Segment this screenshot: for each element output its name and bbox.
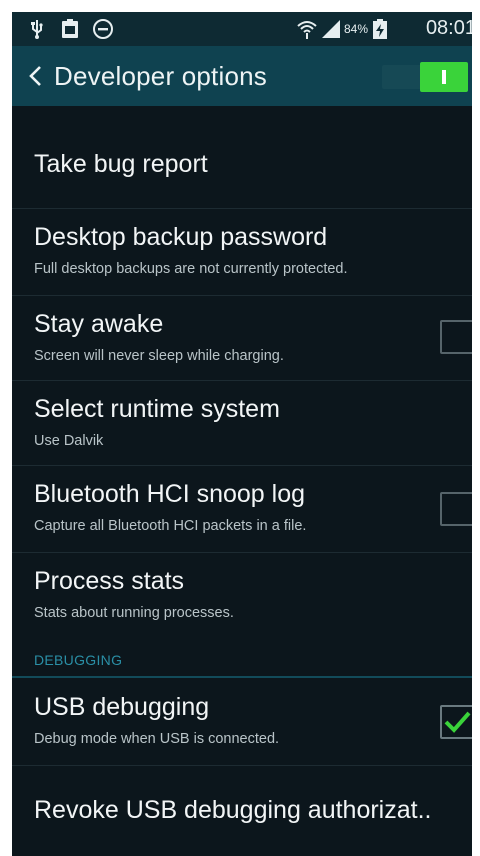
toggle-on-mark: [442, 70, 446, 84]
bluetooth-hci-snoop-log-checkbox[interactable]: [440, 492, 472, 526]
setting-process-stats[interactable]: Process stats Stats about running proces…: [12, 553, 472, 645]
wifi-icon: [297, 21, 317, 39]
setting-subtitle: Debug mode when USB is connected.: [34, 731, 280, 747]
setting-stay-awake[interactable]: Stay awake Screen will never sleep while…: [12, 296, 472, 381]
section-header-debugging: DEBUGGING: [34, 652, 123, 668]
setting-subtitle: Full desktop backups are not currently p…: [34, 261, 348, 277]
setting-subtitle: Screen will never sleep while charging.: [34, 348, 284, 364]
back-arrow-icon[interactable]: [22, 60, 52, 92]
setting-desktop-backup-password[interactable]: Desktop backup password Full desktop bac…: [12, 209, 472, 296]
page-title: Developer options: [54, 61, 267, 91]
developer-options-toggle[interactable]: [382, 62, 468, 92]
checkmark-icon: [444, 711, 471, 733]
setting-subtitle: Stats about running processes.: [34, 605, 234, 621]
setting-title: Desktop backup password: [34, 223, 328, 251]
action-bar: Developer options: [12, 46, 472, 106]
setting-bluetooth-hci-snoop-log[interactable]: Bluetooth HCI snoop log Capture all Blue…: [12, 466, 472, 553]
setting-subtitle: Use Dalvik: [34, 433, 104, 449]
setting-title: Select runtime system: [34, 395, 280, 423]
setting-title: Bluetooth HCI snoop log: [34, 480, 306, 508]
setting-title: Process stats: [34, 567, 185, 595]
signal-icon: [322, 20, 340, 38]
setting-title: USB debugging: [34, 693, 210, 721]
battery-percent: 84%: [344, 22, 369, 36]
usb-icon: [31, 20, 43, 39]
setting-usb-debugging[interactable]: USB debugging Debug mode when USB is con…: [12, 679, 472, 766]
status-bar: 84% 08:01: [12, 12, 472, 46]
phone-screen: 84% 08:01 Developer options Take bug rep…: [12, 12, 472, 856]
section-divider: [12, 676, 472, 678]
setting-select-runtime-system[interactable]: Select runtime system Use Dalvik: [12, 381, 472, 466]
setting-take-bug-report[interactable]: Take bug report: [12, 106, 472, 209]
do-not-disturb-icon: [93, 19, 113, 39]
setting-subtitle: Capture all Bluetooth HCI packets in a f…: [34, 518, 307, 534]
setting-title: Revoke USB debugging authorizat..: [34, 796, 432, 824]
battery-charging-icon: [373, 19, 387, 39]
setting-title: Stay awake: [34, 310, 164, 338]
toggle-thumb: [420, 62, 468, 92]
usb-debugging-checkbox[interactable]: [440, 705, 472, 739]
screenshot-icon: [62, 19, 78, 38]
clock: 08:01: [425, 17, 472, 39]
setting-title: Take bug report: [34, 150, 208, 178]
setting-revoke-usb-debugging-authorizations[interactable]: Revoke USB debugging authorizat..: [12, 766, 472, 856]
stay-awake-checkbox[interactable]: [440, 320, 472, 354]
